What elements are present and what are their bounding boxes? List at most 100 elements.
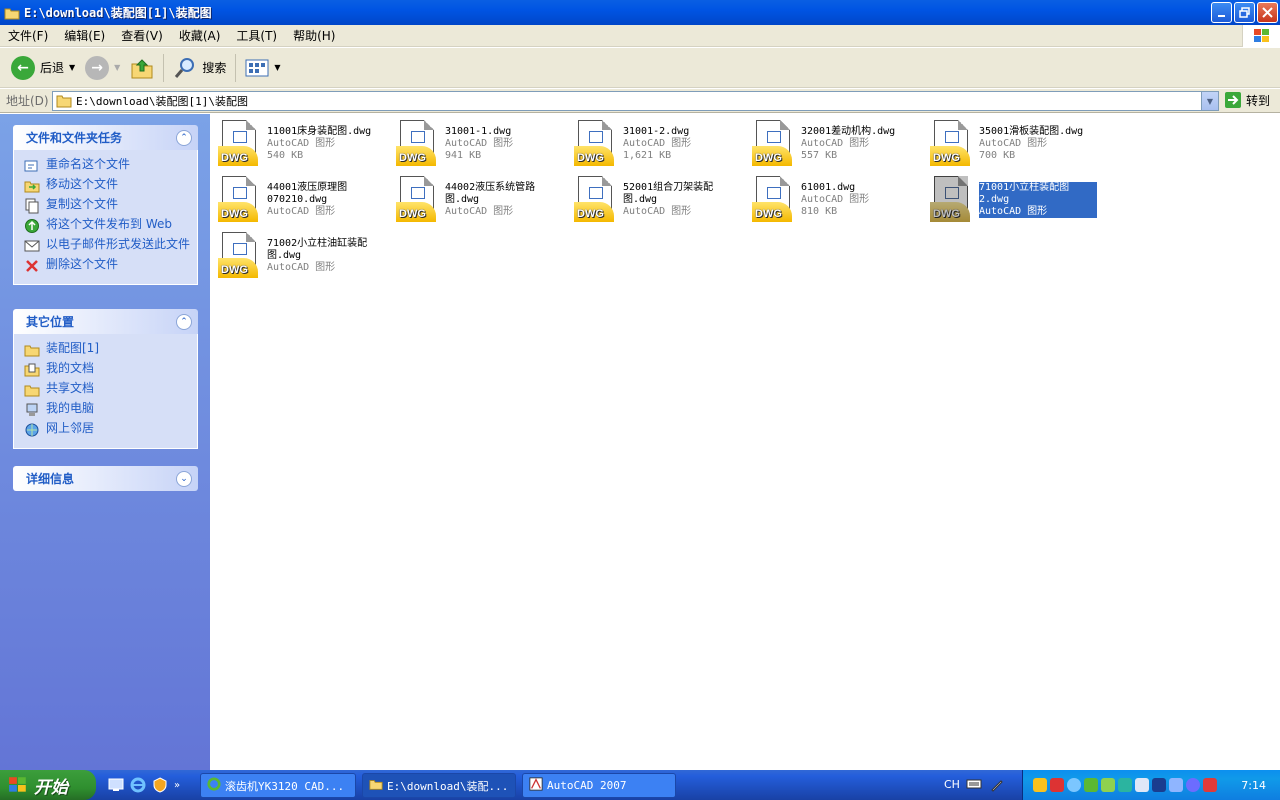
file-item[interactable]: DWG 31001-1.dwg AutoCAD 图形 941 KB: [388, 118, 566, 172]
chevron-down-icon: ▼: [1206, 96, 1214, 106]
file-size: 941 KB: [445, 150, 482, 161]
views-icon: [245, 59, 269, 76]
task-link[interactable]: 重命名这个文件: [24, 156, 197, 176]
tray-antivirus-icon[interactable]: [1118, 778, 1132, 792]
dwg-icon-label: DWG: [755, 152, 782, 164]
tray-ime-icon[interactable]: [1135, 778, 1149, 792]
ime-toolbar: [966, 778, 1004, 792]
restore-button[interactable]: [1234, 2, 1255, 23]
place-link[interactable]: 我的文档: [24, 360, 197, 380]
file-name: 71002小立柱油缸装配图.dwg: [267, 238, 368, 261]
search-button[interactable]: 搜索: [168, 52, 231, 84]
start-button[interactable]: 开始: [0, 770, 96, 800]
copy-icon: [24, 198, 40, 214]
tray-security-icon[interactable]: [1101, 778, 1115, 792]
file-info: 31001-2.dwg AutoCAD 图形 1,621 KB: [623, 118, 741, 172]
forward-dropdown-icon[interactable]: ▼: [114, 63, 120, 72]
place-link[interactable]: 装配图[1]: [24, 340, 197, 360]
views-button[interactable]: ▼: [240, 52, 285, 84]
file-item[interactable]: DWG 61001.dwg AutoCAD 图形 810 KB: [744, 174, 922, 228]
minimize-button[interactable]: [1211, 2, 1232, 23]
task-link[interactable]: 删除这个文件: [24, 256, 197, 276]
collapse-icon[interactable]: ⌃: [176, 313, 192, 330]
tray-network-icon[interactable]: [1067, 778, 1081, 792]
window-title: E:\download\装配图[1]\装配图: [24, 6, 212, 20]
address-dropdown-button[interactable]: ▼: [1201, 92, 1218, 110]
keyboard-icon[interactable]: [966, 778, 982, 790]
menu-bar: 文件(F) 编辑(E) 查看(V) 收藏(A) 工具(T) 帮助(H): [0, 25, 1280, 47]
file-item[interactable]: DWG 11001床身装配图.dwg AutoCAD 图形 540 KB: [210, 118, 388, 172]
ie-icon[interactable]: [130, 777, 146, 793]
task-link[interactable]: 将这个文件发布到 Web: [24, 216, 197, 236]
menu-file[interactable]: 文件(F): [0, 27, 56, 44]
file-info: 44002液压系统管路图.dwg AutoCAD 图形: [445, 174, 563, 228]
file-item[interactable]: DWG 31001-2.dwg AutoCAD 图形 1,621 KB: [566, 118, 744, 172]
menu-tools[interactable]: 工具(T): [228, 27, 285, 44]
details-header[interactable]: 详细信息 ⌄: [13, 466, 198, 491]
details-panel: 详细信息 ⌄: [13, 466, 198, 491]
tray-speaker-icon[interactable]: [1050, 778, 1064, 792]
windows-logo-icon: [1242, 25, 1280, 47]
place-link[interactable]: 网上邻居: [24, 420, 197, 440]
tray-shield-icon[interactable]: [1203, 778, 1217, 792]
other-places-header[interactable]: 其它位置 ⌃: [13, 309, 198, 334]
shared-folder-icon: [24, 382, 40, 398]
menu-view[interactable]: 查看(V): [113, 27, 171, 44]
folder-icon: [56, 95, 72, 108]
place-label: 我的电脑: [46, 401, 95, 415]
back-dropdown-icon[interactable]: ▼: [69, 63, 75, 72]
file-item[interactable]: DWG 44002液压系统管路图.dwg AutoCAD 图形: [388, 174, 566, 228]
show-desktop-icon[interactable]: [108, 777, 124, 793]
place-link[interactable]: 共享文档: [24, 380, 197, 400]
address-input[interactable]: E:\download\装配图[1]\装配图 ▼: [52, 91, 1219, 111]
file-list-view[interactable]: DWG 11001床身装配图.dwg AutoCAD 图形 540 KB DWG 3100…: [210, 114, 1280, 770]
tray-update-icon[interactable]: [1084, 778, 1098, 792]
file-size: 540 KB: [267, 150, 304, 161]
tray-star-icon[interactable]: [1152, 778, 1166, 792]
views-dropdown-icon[interactable]: ▼: [274, 63, 280, 72]
file-name: 52001组合刀架装配图.dwg: [623, 182, 714, 205]
file-tasks-header[interactable]: 文件和文件夹任务 ⌃: [13, 125, 198, 150]
place-label: 我的文档: [46, 361, 95, 375]
tray-app-icon[interactable]: [1186, 778, 1200, 792]
up-folder-button[interactable]: [125, 52, 159, 84]
taskbar-window-button[interactable]: 滚齿机YK3120 CAD...: [200, 773, 356, 798]
go-arrow-icon: [1225, 92, 1241, 108]
file-item[interactable]: DWG 44001液压原理图070210.dwg AutoCAD 图形: [210, 174, 388, 228]
rename-icon: [24, 158, 40, 174]
file-item[interactable]: DWG 32001差动机构.dwg AutoCAD 图形 557 KB: [744, 118, 922, 172]
quick-launch-more-icon[interactable]: »: [174, 780, 180, 791]
file-item[interactable]: DWG 52001组合刀架装配图.dwg AutoCAD 图形: [566, 174, 744, 228]
file-info: 35001滑板装配图.dwg AutoCAD 图形 700 KB: [979, 118, 1097, 172]
taskbar-window-label: AutoCAD 2007: [547, 779, 627, 792]
language-indicator[interactable]: CH: [944, 778, 960, 791]
go-button[interactable]: 转到: [1224, 91, 1270, 109]
menu-edit[interactable]: 编辑(E): [56, 27, 113, 44]
file-item[interactable]: DWG 71002小立柱油缸装配图.dwg AutoCAD 图形: [210, 230, 388, 284]
task-link[interactable]: 以电子邮件形式发送此文件: [24, 236, 197, 256]
file-item[interactable]: DWG 35001滑板装配图.dwg AutoCAD 图形 700 KB: [922, 118, 1100, 172]
pen-icon[interactable]: [990, 778, 1004, 792]
taskbar-window-button[interactable]: AutoCAD 2007: [522, 773, 676, 798]
dwg-icon-label: DWG: [221, 208, 248, 220]
tray-messenger-icon[interactable]: [1033, 778, 1047, 792]
expand-icon[interactable]: ⌄: [176, 470, 192, 487]
collapse-icon[interactable]: ⌃: [176, 129, 192, 146]
task-link[interactable]: 移动这个文件: [24, 176, 197, 196]
file-item[interactable]: DWG 71001小立柱装配图2.dwg AutoCAD 图形: [922, 174, 1100, 228]
dwg-icon-label: DWG: [933, 208, 960, 220]
close-button[interactable]: [1257, 2, 1278, 23]
taskbar-window-button[interactable]: E:\download\装配...: [362, 773, 516, 798]
clock[interactable]: 7:14: [1241, 779, 1266, 792]
network-icon: [24, 422, 40, 438]
task-label: 以电子邮件形式发送此文件: [46, 237, 191, 251]
shield-app-icon[interactable]: [152, 777, 168, 793]
task-link[interactable]: 复制这个文件: [24, 196, 197, 216]
menu-favorites[interactable]: 收藏(A): [171, 27, 229, 44]
other-places-list: 装配图[1] 我的文档共享文档 我的电脑网上邻居: [13, 334, 198, 449]
tray-display-icon[interactable]: [1169, 778, 1183, 792]
back-button[interactable]: ← 后退 ▼: [6, 52, 80, 84]
place-link[interactable]: 我的电脑: [24, 400, 197, 420]
forward-button[interactable]: → ▼: [80, 52, 125, 84]
menu-help[interactable]: 帮助(H): [285, 27, 343, 44]
